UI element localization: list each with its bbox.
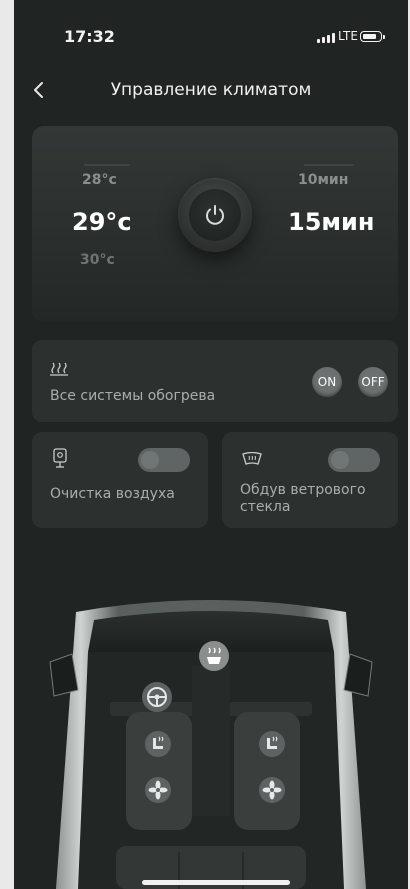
passenger-seat-fan-icon[interactable]: [258, 776, 286, 804]
car-top-view-illustration: [49, 600, 373, 889]
status-bar: 17:32 LTE: [14, 0, 408, 70]
heating-off-button[interactable]: OFF: [358, 367, 388, 397]
heating-on-button[interactable]: ON: [312, 367, 342, 397]
air-purify-label: Очистка воздуха: [50, 486, 175, 502]
page-title: Управление климатом: [110, 80, 312, 100]
signal-icon: [317, 33, 335, 43]
heating-icon: [50, 362, 68, 376]
windshield-toggle[interactable]: [328, 448, 380, 472]
power-button[interactable]: [178, 178, 252, 252]
driver-seat-fan-icon[interactable]: [144, 776, 172, 804]
air-purifier-icon: [53, 448, 67, 468]
heating-label: Все системы обогрева: [50, 388, 216, 404]
rear-seat-heat-icon[interactable]: [198, 640, 230, 672]
battery-icon: [360, 31, 385, 42]
temp-option-above[interactable]: 28°с: [82, 172, 117, 188]
temp-option-below[interactable]: 30°с: [80, 252, 115, 268]
climate-screen: 17:32 LTE Управление климатом 28°с 29°с …: [14, 0, 408, 889]
temp-current[interactable]: 29°с: [72, 208, 132, 236]
network-type: LTE: [338, 29, 358, 43]
heating-card: Все системы обогрева ON OFF: [32, 340, 398, 422]
passenger-seat-heat-icon[interactable]: [258, 730, 286, 758]
time-option-above[interactable]: 10мин: [298, 172, 348, 188]
air-purify-card: Очистка воздуха: [32, 432, 208, 528]
driver-seat-heat-icon[interactable]: [144, 730, 172, 758]
windshield-label-line2: стекла: [240, 499, 291, 515]
power-icon: [189, 189, 241, 241]
status-time: 17:32: [64, 27, 115, 46]
air-purify-toggle[interactable]: [138, 448, 190, 472]
temp-scroll-hint: [84, 164, 130, 166]
time-current[interactable]: 15мин: [288, 208, 374, 236]
home-indicator[interactable]: [142, 880, 290, 885]
windshield-label-line1: Обдув ветрового: [240, 482, 366, 498]
windshield-card: Обдув ветрового стекла: [222, 432, 398, 528]
climate-control-panel: 28°с 29°с 30°с 10мин 15мин: [32, 126, 398, 322]
steering-wheel-icon: [142, 682, 172, 712]
time-scroll-hint: [304, 164, 354, 166]
windshield-defrost-icon: [242, 452, 262, 465]
